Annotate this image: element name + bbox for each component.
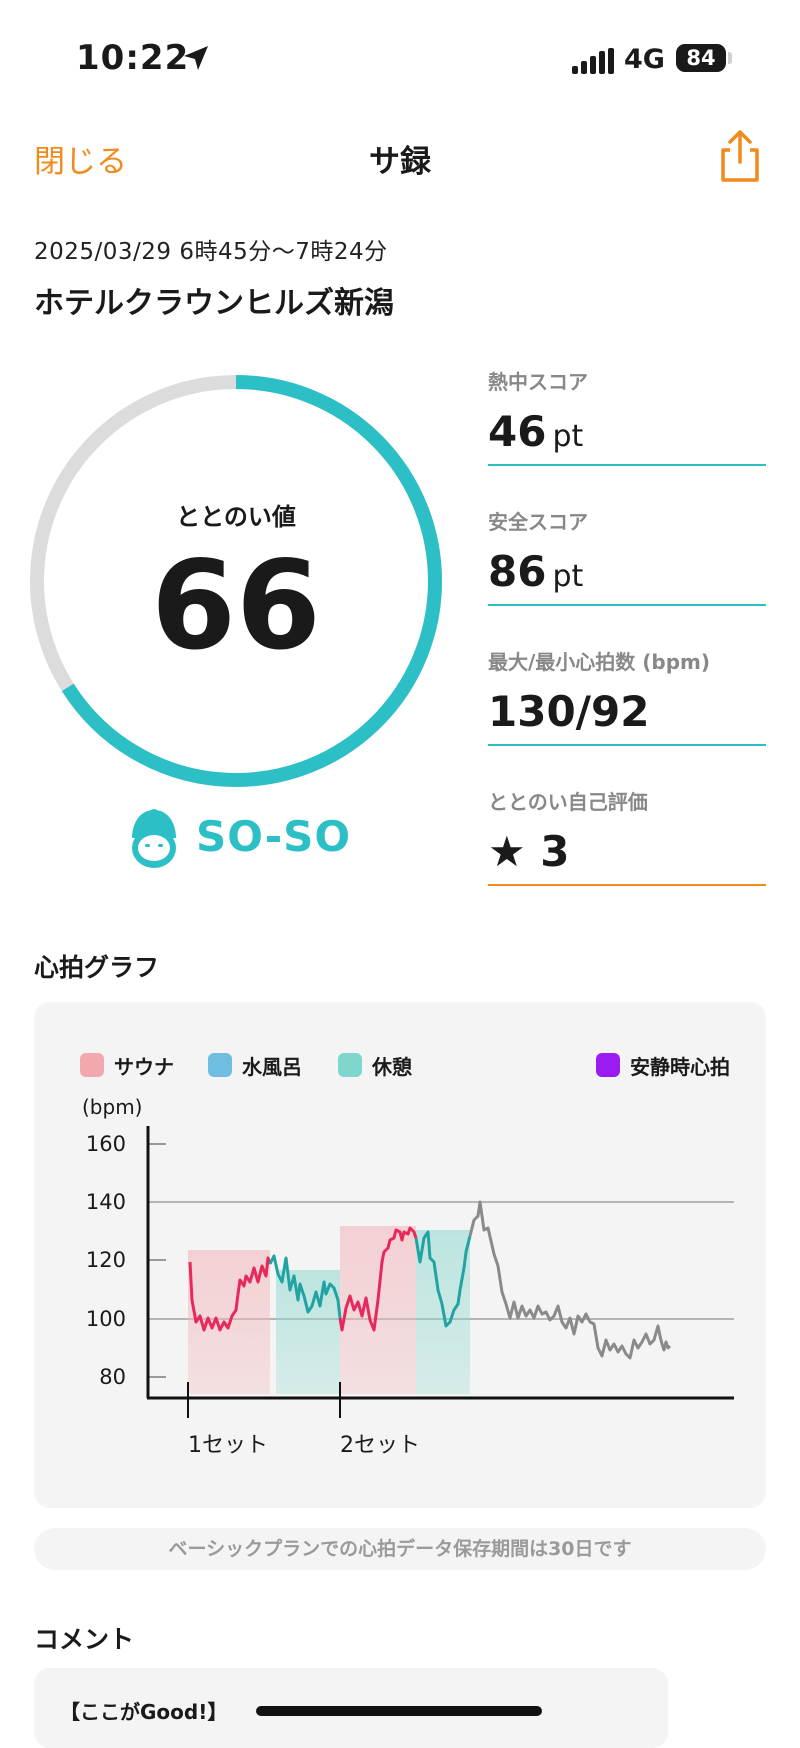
- y-tick-label: 160: [86, 1132, 126, 1156]
- y-tick-label: 140: [86, 1190, 126, 1214]
- comment-title: コメント: [34, 1625, 135, 1654]
- set-label-1: 1セット: [188, 1433, 268, 1458]
- heart-rate-chart: (bpm) 160 140 120 100 80 1セット 2セット: [82, 1095, 734, 1458]
- y-axis-unit: (bpm): [82, 1095, 142, 1119]
- y-tick-label: 80: [99, 1365, 126, 1389]
- y-tick-label: 100: [86, 1307, 126, 1331]
- comment-first-line: 【ここがGood!】: [60, 1700, 228, 1724]
- hr-line-post: [468, 1200, 672, 1360]
- rest-band-1: [276, 1270, 340, 1394]
- home-indicator: [256, 1706, 542, 1716]
- y-tick-label: 120: [86, 1248, 126, 1272]
- set-label-2: 2セット: [340, 1433, 420, 1458]
- retention-note: ベーシックプランでの心拍データ保存期間は30日です: [34, 1528, 766, 1570]
